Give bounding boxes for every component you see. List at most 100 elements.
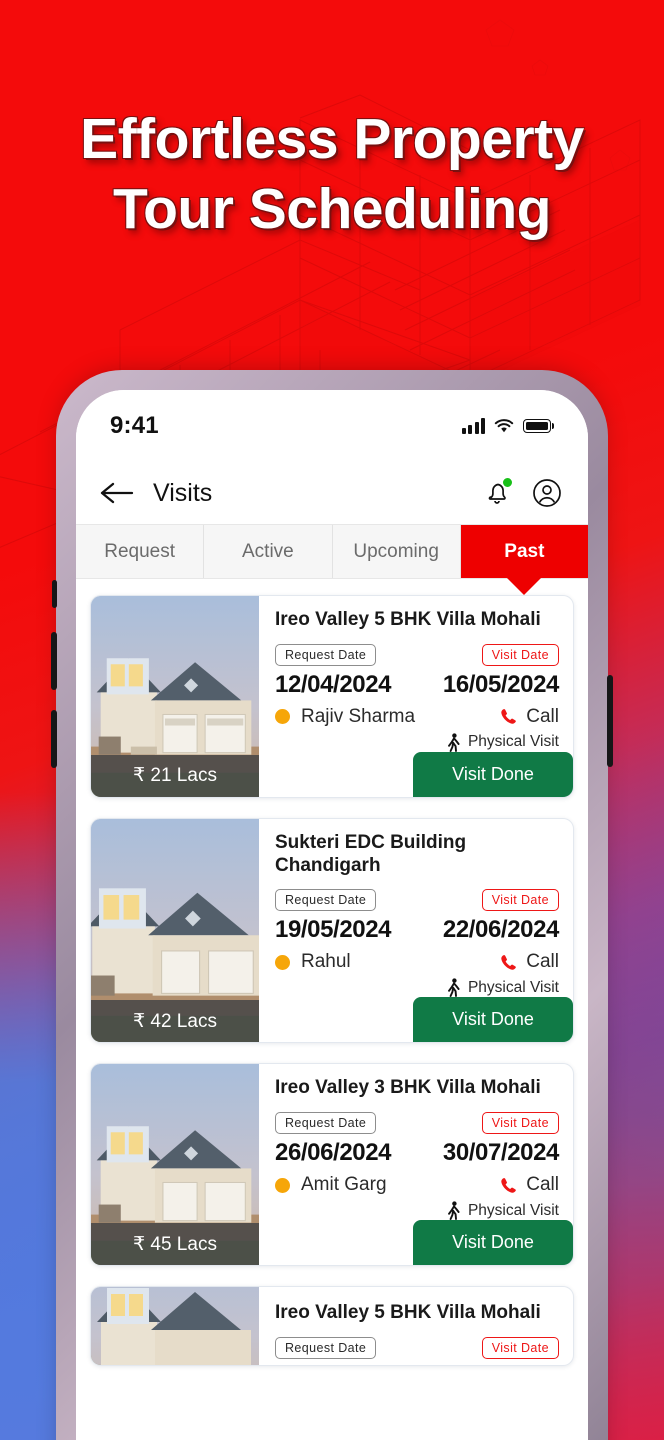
house-photo [91, 1287, 259, 1366]
visit-date-badge: Visit Date [481, 1112, 559, 1135]
date-chips: Request Date Visit Date [275, 1336, 559, 1359]
date-chips: Request Date Visit Date [275, 643, 559, 666]
visit-card-body: Ireo Valley 5 BHK Villa Mohali Request D… [259, 1287, 573, 1365]
call-label: Call [526, 1174, 559, 1196]
date-chips: Request Date Visit Date [275, 889, 559, 912]
visit-done-button[interactable]: Visit Done [413, 997, 573, 1043]
request-date-value: 19/05/2024 [275, 916, 392, 944]
phone-mockup: 9:41 Visits Request Active Upcoming Past… [51, 370, 613, 1440]
phone-volume-down-button[interactable] [51, 710, 57, 768]
status-bar-clock: 9:41 [110, 412, 159, 439]
page-title: Visits [153, 478, 213, 507]
call-action[interactable]: Call [499, 706, 559, 728]
property-title: Ireo Valley 3 BHK Villa Mohali [275, 1077, 541, 1099]
owner-and-call-row: Amit Garg Call [275, 1174, 559, 1196]
phone-volume-up-button[interactable] [51, 632, 57, 690]
visit-date-badge: Visit Date [481, 1336, 559, 1359]
visit-status-tabs: Request Active Upcoming Past [76, 524, 588, 579]
back-arrow-icon[interactable] [100, 482, 134, 504]
action-row: Visit Done [275, 997, 573, 1043]
phone-call-icon [501, 709, 517, 724]
notification-badge [502, 477, 513, 488]
owner-and-call-row: Rahul Call [275, 951, 559, 973]
visit-mode-label: Physical Visit [467, 733, 559, 751]
tab-request[interactable]: Request [76, 525, 205, 578]
property-title: Ireo Valley 5 BHK Villa Mohali [275, 609, 541, 630]
owner-info: Amit Garg [275, 1174, 387, 1196]
walking-person-icon [448, 1201, 460, 1221]
visit-date-badge: Visit Date [481, 643, 559, 666]
visits-list: ₹ 21 Lacs Ireo Valley 5 BHK Villa Mohali… [76, 579, 588, 1367]
visit-date-value: 22/06/2024 [442, 916, 560, 944]
status-dot-icon [275, 709, 290, 725]
phone-power-button[interactable] [607, 675, 613, 767]
date-values: 12/04/2024 16/05/2024 [275, 671, 559, 699]
date-chips: Request Date Visit Date [275, 1112, 559, 1135]
call-action[interactable]: Call [499, 1174, 559, 1196]
battery-icon [523, 419, 554, 433]
visit-card[interactable]: ₹ 21 Lacs Ireo Valley 5 BHK Villa Mohali… [90, 595, 574, 798]
status-bar: 9:41 [76, 390, 588, 462]
phone-call-icon [501, 955, 517, 970]
call-label: Call [526, 705, 559, 727]
status-dot-icon [275, 1177, 290, 1193]
property-price: ₹ 42 Lacs [91, 1000, 259, 1043]
property-title: Ireo Valley 5 BHK Villa Mohali [275, 1302, 541, 1324]
request-date-badge: Request Date [275, 1336, 377, 1359]
property-thumbnail: ₹ 42 Lacs [91, 818, 259, 1043]
property-price: ₹ 21 Lacs [91, 754, 259, 797]
request-date-value: 26/06/2024 [275, 1139, 392, 1167]
date-values: 19/05/2024 22/06/2024 [275, 916, 559, 944]
owner-name: Rahul [301, 951, 351, 973]
property-thumbnail: ₹ 45 Lacs [91, 1064, 259, 1266]
user-avatar-icon[interactable] [532, 478, 562, 508]
walking-person-icon [448, 733, 460, 752]
tab-upcoming[interactable]: Upcoming [333, 525, 461, 578]
action-row: Visit Done [275, 1220, 573, 1266]
visit-card[interactable]: Ireo Valley 5 BHK Villa Mohali Request D… [90, 1286, 574, 1367]
owner-name: Rajiv Sharma [301, 705, 416, 727]
request-date-value: 12/04/2024 [275, 670, 392, 698]
date-values: 26/06/2024 30/07/2024 [275, 1139, 559, 1167]
visit-mode-row: Physical Visit [275, 1201, 559, 1221]
app-header: Visits [76, 462, 588, 524]
property-thumbnail: ₹ 21 Lacs [91, 596, 259, 797]
phone-call-icon [501, 1177, 517, 1193]
status-dot-icon [275, 954, 290, 970]
owner-and-call-row: Rajiv Sharma Call [275, 706, 559, 728]
visit-card-body: Ireo Valley 3 BHK Villa Mohali Request D… [259, 1064, 573, 1266]
visit-card[interactable]: ₹ 42 Lacs Sukteri EDC Building Chandigar… [90, 817, 574, 1044]
visit-done-button[interactable]: Visit Done [413, 1220, 573, 1266]
phone-silence-switch[interactable] [52, 580, 57, 608]
wifi-icon [494, 418, 514, 432]
walking-person-icon [448, 978, 460, 998]
action-row: Visit Done [275, 751, 573, 797]
property-price: ₹ 45 Lacs [91, 1223, 259, 1266]
status-bar-icons [461, 418, 554, 434]
visit-date-value: 16/05/2024 [442, 670, 560, 698]
visit-card-body: Ireo Valley 5 BHK Villa Mohali Request D… [259, 596, 573, 797]
phone-screen: 9:41 Visits Request Active Upcoming Past… [76, 390, 588, 1440]
tab-active[interactable]: Active [204, 525, 333, 578]
header-actions [482, 477, 562, 508]
visit-mode-label: Physical Visit [467, 978, 559, 996]
tab-past[interactable]: Past [460, 525, 588, 578]
request-date-badge: Request Date [275, 643, 377, 666]
property-title: Sukteri EDC Building Chandigarh [275, 831, 467, 876]
visit-card-body: Sukteri EDC Building Chandigarh Request … [259, 819, 573, 1043]
visit-date-value: 30/07/2024 [442, 1139, 560, 1167]
call-action[interactable]: Call [499, 951, 559, 973]
bell-icon[interactable] [482, 477, 513, 508]
request-date-badge: Request Date [275, 889, 377, 912]
owner-name: Amit Garg [301, 1174, 387, 1196]
visit-mode-row: Physical Visit [275, 978, 559, 998]
visit-done-button[interactable]: Visit Done [413, 751, 573, 797]
owner-info: Rahul [275, 951, 351, 973]
visit-mode-label: Physical Visit [467, 1201, 559, 1219]
visit-card[interactable]: ₹ 45 Lacs Ireo Valley 3 BHK Villa Mohali… [90, 1063, 574, 1267]
call-label: Call [526, 951, 559, 973]
cellular-signal-icon [461, 418, 485, 434]
visit-mode-row: Physical Visit [275, 733, 559, 752]
owner-info: Rajiv Sharma [275, 706, 415, 728]
property-thumbnail [91, 1287, 259, 1366]
